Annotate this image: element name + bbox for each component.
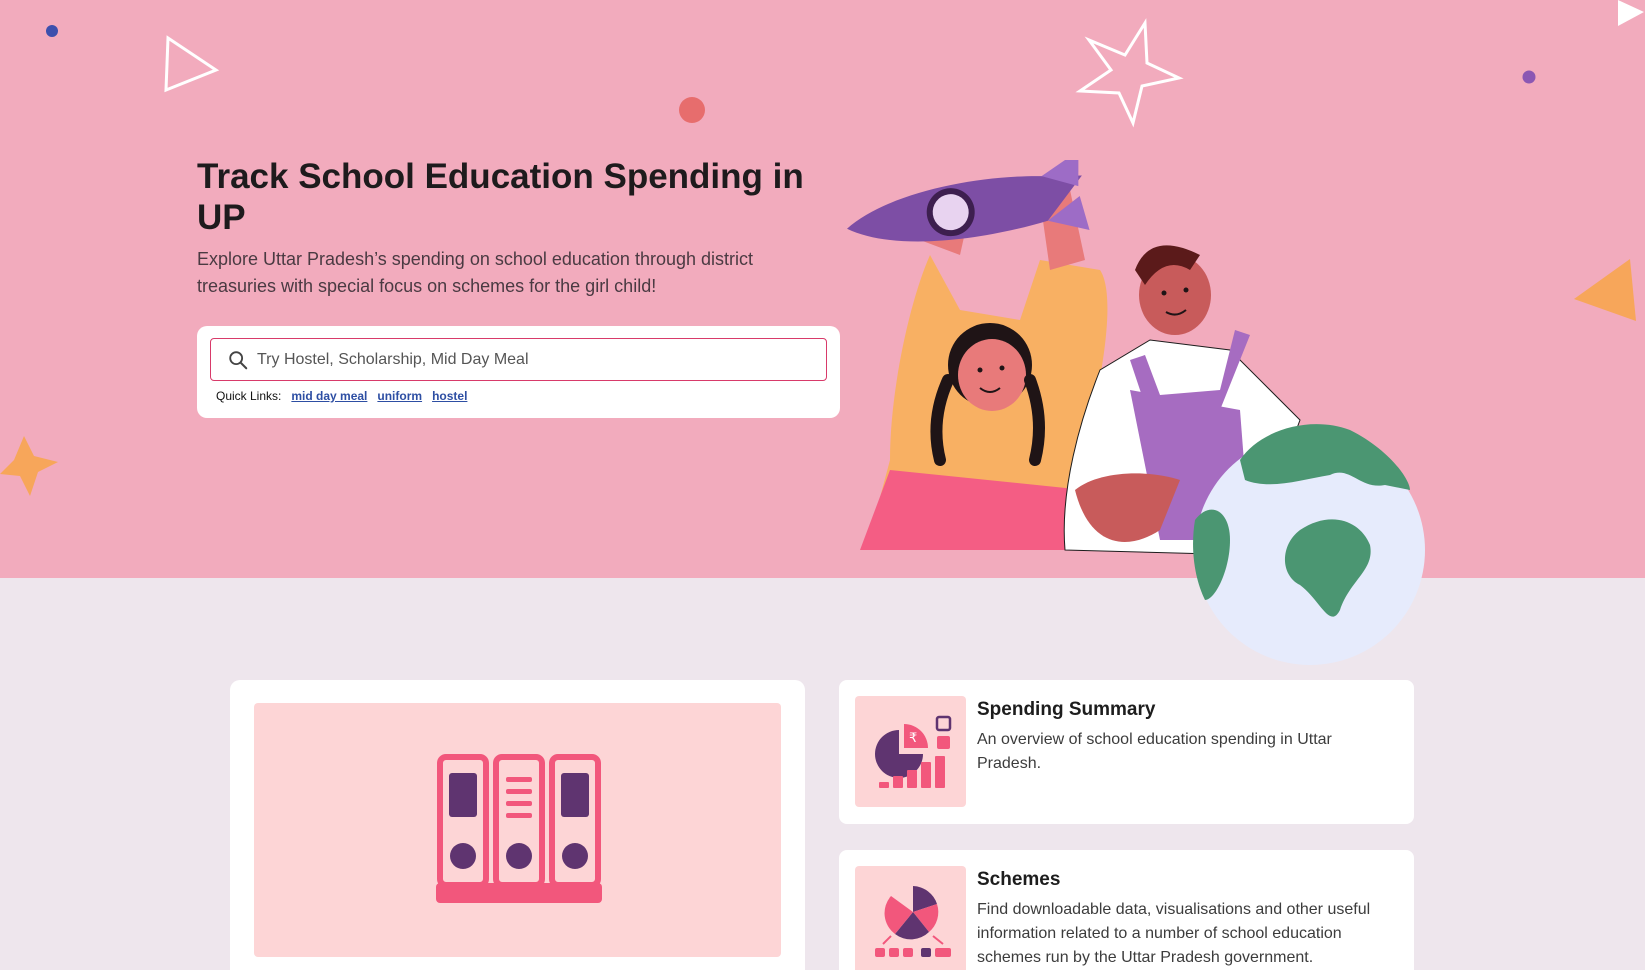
search-icon	[229, 350, 248, 369]
card-title: Schemes	[977, 869, 1061, 890]
quick-links-label: Quick Links:	[216, 389, 282, 403]
svg-text:₹: ₹	[909, 731, 917, 746]
quick-links: Quick Links: mid day meal uniform hostel	[216, 389, 467, 403]
schemes-card[interactable]: Schemes Find downloadable data, visualis…	[839, 850, 1414, 970]
search-input[interactable]	[257, 350, 797, 369]
quick-link-hostel[interactable]: hostel	[432, 389, 467, 403]
dot-decoration	[46, 25, 58, 37]
triangle-decoration	[1618, 0, 1644, 26]
spending-summary-card[interactable]: ₹ Spending Summary An overview of school…	[839, 680, 1414, 824]
quick-link-mid-day-meal[interactable]: mid day meal	[291, 389, 367, 403]
search-box[interactable]	[210, 338, 827, 381]
spending-summary-icon: ₹	[875, 715, 952, 788]
triangle-decoration	[1574, 259, 1636, 321]
card-thumbnail: ₹	[855, 696, 966, 807]
card-description: An overview of school education spending…	[977, 731, 1332, 772]
card-title: Spending Summary	[977, 699, 1156, 720]
star-decoration	[0, 436, 58, 496]
search-card: Quick Links: mid day meal uniform hostel	[197, 326, 840, 418]
dot-decoration	[679, 97, 705, 123]
star-outline-decoration	[1075, 18, 1184, 128]
card-description: Find downloadable data, visualisations a…	[977, 901, 1371, 966]
featured-card[interactable]	[230, 680, 805, 970]
featured-card-image	[254, 703, 781, 957]
schemes-icon	[875, 886, 951, 957]
quick-link-uniform[interactable]: uniform	[377, 389, 422, 403]
dot-decoration	[1522, 70, 1536, 84]
page-title: Track School Education Spending in UP	[197, 157, 804, 237]
card-thumbnail	[855, 866, 966, 970]
ledger-binders-icon	[436, 754, 602, 903]
hero-subtitle: Explore Uttar Pradesh’s spending on scho…	[197, 249, 753, 296]
triangle-outline-decoration	[164, 35, 220, 93]
hero-illustration	[847, 160, 1425, 665]
